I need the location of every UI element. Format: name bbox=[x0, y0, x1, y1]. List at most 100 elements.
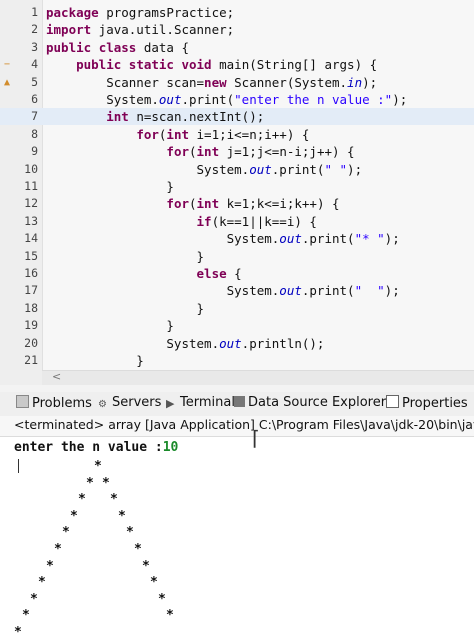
code-text: } bbox=[46, 353, 144, 368]
servers-icon: ⚙ bbox=[98, 399, 107, 410]
code-text: } bbox=[46, 248, 205, 264]
code-text: int n=scan.nextInt(); bbox=[106, 109, 265, 125]
code-text: for(int j=1;j<=n-i;j++) { bbox=[166, 144, 355, 160]
data-source-icon bbox=[234, 396, 245, 407]
line-number: 6 bbox=[31, 92, 38, 106]
code-line[interactable]: 19 } bbox=[0, 317, 474, 334]
line-number: 14 bbox=[24, 231, 38, 246]
code-text: System.out.print("enter the n value :"); bbox=[46, 92, 408, 107]
code-line[interactable]: 1 package programsPractice; bbox=[0, 4, 474, 21]
bottom-panel-tabs: Problems ⚙ Servers ▶ Terminal Data Source … bbox=[0, 392, 474, 417]
code-text: public static void main(String[] args) { bbox=[76, 57, 378, 73]
code-line[interactable]: 15 } bbox=[0, 248, 474, 265]
code-editor[interactable]: 1 package programsPractice; 2 import java.u… bbox=[0, 0, 474, 385]
code-text: for(int k=1;k<=i;k++) { bbox=[166, 196, 340, 212]
console-star: * bbox=[166, 608, 174, 624]
code-text: import java.util.Scanner; bbox=[46, 22, 235, 38]
code-line[interactable]: 14 System.out.print("* "); bbox=[0, 230, 474, 247]
code-line[interactable]: 21 } bbox=[0, 352, 474, 369]
code-line[interactable]: 11 } bbox=[0, 178, 474, 195]
fold-marker-icon[interactable]: − bbox=[4, 56, 10, 73]
line-number: 15 bbox=[24, 248, 38, 263]
code-line[interactable]: 7 int n=scan.nextInt(); bbox=[0, 108, 474, 126]
code-text: for(int i=1;i<=n;i++) { bbox=[136, 126, 310, 142]
console-star: * bbox=[86, 475, 94, 491]
console-star: * bbox=[142, 558, 150, 574]
line-number: 16 bbox=[24, 266, 38, 280]
console-star: * bbox=[22, 608, 30, 624]
console-prompt-line: enter the n value :10 bbox=[14, 440, 179, 455]
line-number: 20 bbox=[24, 335, 38, 350]
code-text: if(k==1||k==i) { bbox=[196, 213, 317, 229]
code-line[interactable]: 5 ▲ Scanner scan=new Scanner(System.in); bbox=[0, 74, 474, 91]
code-line[interactable]: 6 System.out.print("enter the n value :"… bbox=[0, 91, 474, 108]
properties-icon bbox=[386, 395, 399, 408]
console-star: * bbox=[94, 459, 102, 474]
code-text: System.out.print(" "); bbox=[46, 283, 400, 299]
code-text: System.out.print(" "); bbox=[46, 161, 363, 177]
line-number: 11 bbox=[24, 179, 38, 193]
code-line[interactable]: 8 for(int i=1;i<=n;i++) { bbox=[0, 126, 474, 143]
problems-icon bbox=[16, 395, 29, 408]
console-star: * bbox=[78, 492, 86, 508]
code-text: System.out.println(); bbox=[46, 335, 325, 351]
line-number: 19 bbox=[24, 318, 38, 333]
line-number: 12 bbox=[24, 196, 38, 211]
console-star: * bbox=[30, 591, 38, 607]
line-number: 8 bbox=[31, 126, 38, 141]
line-number: 10 bbox=[24, 161, 38, 176]
line-number: 7 bbox=[31, 109, 38, 124]
warning-marker-icon[interactable]: ▲ bbox=[4, 74, 10, 91]
console-star: * bbox=[134, 542, 142, 557]
code-text: public class data { bbox=[46, 39, 190, 55]
tab-properties[interactable]: Properties bbox=[386, 395, 468, 411]
code-text: } bbox=[46, 318, 174, 334]
console-header: <terminated> array [Java Application] C:… bbox=[0, 416, 474, 437]
code-text: package programsPractice; bbox=[46, 5, 235, 20]
code-line[interactable]: 4− public static void main(String[] args… bbox=[0, 56, 474, 73]
ibeam-cursor-icon: ⌈ bbox=[252, 426, 260, 450]
code-line[interactable]: 3 public class data { bbox=[0, 39, 474, 56]
code-line[interactable]: 16 else { bbox=[0, 265, 474, 282]
line-number: 9 bbox=[31, 144, 38, 159]
code-text: Scanner scan=new Scanner(System.in); bbox=[46, 74, 378, 90]
console-star: * bbox=[54, 542, 62, 557]
console-star: * bbox=[158, 591, 166, 607]
console-star: * bbox=[102, 475, 110, 491]
console-star: * bbox=[46, 558, 54, 574]
code-line[interactable]: 17 System.out.print(" "); bbox=[0, 282, 474, 299]
line-number: 1 bbox=[31, 5, 38, 19]
line-number: 18 bbox=[24, 300, 38, 315]
code-text: } bbox=[46, 300, 205, 316]
console-star: * bbox=[126, 525, 134, 541]
console-output[interactable]: enter the n value :10 * * * * * * * * * * * * * * * * * *… bbox=[0, 437, 474, 640]
console-star: * bbox=[150, 575, 158, 591]
code-line[interactable]: 12 for(int k=1;k<=i;k++) { bbox=[0, 195, 474, 212]
code-text: System.out.print("* "); bbox=[46, 231, 400, 247]
code-line[interactable]: 13 if(k==1||k==i) { bbox=[0, 213, 474, 230]
code-line[interactable]: 9 for(int j=1;j<=n-i;j++) { bbox=[0, 143, 474, 160]
console-star: * bbox=[110, 492, 118, 508]
tab-servers[interactable]: ⚙ Servers bbox=[98, 395, 161, 410]
code-line[interactable]: 20 System.out.println(); bbox=[0, 335, 474, 352]
line-number: 17 bbox=[24, 283, 38, 298]
console-star: * bbox=[118, 508, 126, 524]
tab-problems[interactable]: Problems bbox=[16, 395, 92, 411]
horizontal-scrollbar[interactable]: < bbox=[42, 370, 474, 385]
code-line[interactable]: 18 } bbox=[0, 300, 474, 317]
code-line[interactable]: 2 import java.util.Scanner; bbox=[0, 21, 474, 38]
code-line[interactable]: 10 System.out.print(" "); bbox=[0, 161, 474, 178]
terminal-icon: ▶ bbox=[166, 397, 175, 410]
text-caret bbox=[18, 459, 19, 473]
console-star: * bbox=[62, 525, 70, 541]
line-number: 21 bbox=[24, 353, 38, 367]
console-star: * bbox=[38, 575, 46, 591]
line-number: 3 bbox=[31, 39, 38, 54]
tab-data-source-explorer[interactable]: Data Source Explorer bbox=[234, 395, 386, 410]
scroll-left-icon[interactable]: < bbox=[52, 370, 61, 383]
console-star: * bbox=[14, 625, 22, 640]
code-text: else { bbox=[196, 266, 242, 281]
console-star: * bbox=[70, 508, 78, 524]
tab-terminal[interactable]: ▶ Terminal bbox=[166, 395, 235, 410]
line-number: 13 bbox=[24, 213, 38, 228]
